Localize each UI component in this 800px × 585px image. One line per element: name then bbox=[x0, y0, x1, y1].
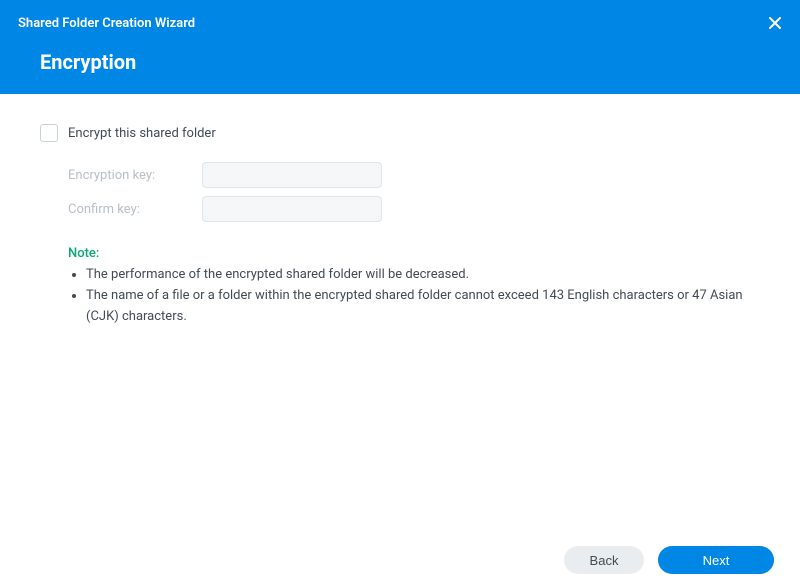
wizard-title: Shared Folder Creation Wizard bbox=[18, 16, 195, 31]
note-heading: Note: bbox=[68, 246, 760, 261]
title-row: Shared Folder Creation Wizard bbox=[0, 0, 800, 36]
back-button[interactable]: Back bbox=[564, 546, 644, 574]
confirm-key-row: Confirm key: bbox=[40, 196, 760, 222]
note-block: Note: The performance of the encrypted s… bbox=[40, 246, 760, 327]
next-button[interactable]: Next bbox=[658, 546, 774, 574]
encrypt-checkbox[interactable] bbox=[40, 124, 58, 142]
wizard-footer: Back Next bbox=[0, 535, 800, 585]
note-list: The performance of the encrypted shared … bbox=[68, 265, 760, 327]
encryption-key-label: Encryption key: bbox=[68, 168, 202, 183]
step-title: Encryption bbox=[0, 36, 800, 74]
wizard-content: Encrypt this shared folder Encryption ke… bbox=[0, 94, 800, 327]
encrypt-checkbox-label[interactable]: Encrypt this shared folder bbox=[68, 126, 216, 141]
confirm-key-input[interactable] bbox=[202, 196, 382, 222]
confirm-key-label: Confirm key: bbox=[68, 202, 202, 217]
encrypt-checkbox-row: Encrypt this shared folder bbox=[40, 124, 760, 142]
encryption-key-input[interactable] bbox=[202, 162, 382, 188]
wizard-header: Shared Folder Creation Wizard Encryption bbox=[0, 0, 800, 94]
encryption-key-row: Encryption key: bbox=[40, 162, 760, 188]
close-icon[interactable] bbox=[768, 16, 782, 30]
note-item: The performance of the encrypted shared … bbox=[86, 265, 760, 286]
note-item: The name of a file or a folder within th… bbox=[86, 286, 760, 328]
